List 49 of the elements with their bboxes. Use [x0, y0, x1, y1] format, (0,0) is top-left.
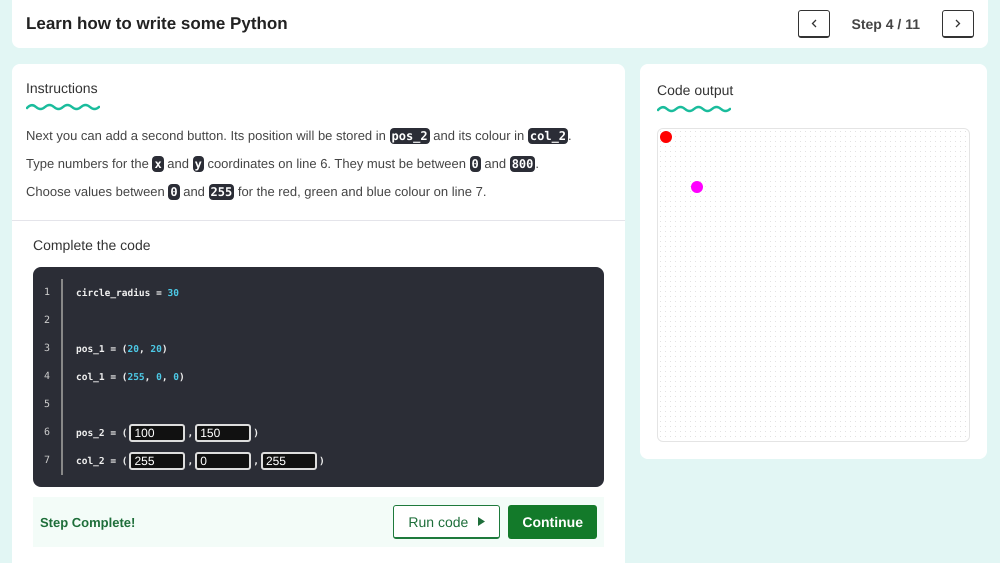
code-input-field[interactable]: 255 [129, 452, 186, 470]
code-text: , [187, 456, 194, 466]
code-text: ) [318, 456, 325, 466]
code-text: col_2 = ( [76, 456, 128, 466]
step-counter: Step 4 / 11 [852, 16, 920, 32]
line-number: 7 [33, 447, 63, 475]
code-number: 0 [173, 372, 180, 382]
line-number: 5 [33, 391, 63, 419]
run-code-button[interactable]: Run code [393, 505, 500, 539]
instruction-paragraph: Type numbers for the x and y coordinates on line 6. They must be between 0 and 800. [26, 155, 540, 174]
code-text: , [138, 344, 146, 354]
code-input-field[interactable]: 100 [129, 424, 186, 442]
code-text: circle_radius = [76, 288, 163, 298]
code-text: col_1 = ( [76, 372, 128, 382]
editor-heading: Complete the code [33, 237, 152, 253]
output-heading: Code output [657, 82, 734, 98]
line-number: 1 [33, 279, 63, 307]
code-input-field[interactable]: 255 [260, 452, 317, 470]
code-text: ) [162, 344, 168, 354]
code-input-field[interactable]: 150 [195, 424, 252, 442]
instruction-paragraph: Next you can add a second button. Its position will be stored in pos_2 and its colour in col_2. [26, 127, 573, 146]
instruction-paragraph: Choose values between 0 and 255 for the red, green and blue colour on line 7. [26, 183, 488, 202]
line-number: 6 [33, 419, 63, 447]
page-title: Learn how to write some Python [26, 14, 288, 34]
code-number: 20 [127, 344, 139, 354]
status-message: Step Complete! [40, 514, 136, 530]
code-input-field[interactable]: 0 [195, 452, 252, 470]
line-number: 4 [33, 363, 63, 391]
play-icon [478, 517, 486, 526]
previous-button[interactable] [798, 10, 830, 38]
next-button[interactable] [942, 10, 974, 38]
code-text: , [162, 372, 169, 382]
code-text: , [253, 456, 259, 466]
code-text: , [187, 428, 194, 438]
code-text: ) [253, 428, 259, 438]
code-text: ) [179, 372, 185, 382]
line-number: 3 [33, 335, 63, 363]
code-number: 255 [127, 372, 145, 382]
code-text: pos_1 = ( [76, 344, 128, 354]
chevron-left-icon [810, 19, 817, 28]
continue-button[interactable]: Continue [508, 505, 597, 539]
code-number: 0 [156, 372, 162, 382]
code-text: pos_2 = ( [76, 428, 128, 438]
line-number: 2 [33, 307, 63, 335]
chevron-right-icon [955, 19, 961, 28]
code-number: 30 [168, 288, 179, 298]
code-text: , [144, 372, 152, 382]
code-number: 20 [150, 344, 162, 354]
instructions-heading: Instructions [26, 80, 99, 96]
